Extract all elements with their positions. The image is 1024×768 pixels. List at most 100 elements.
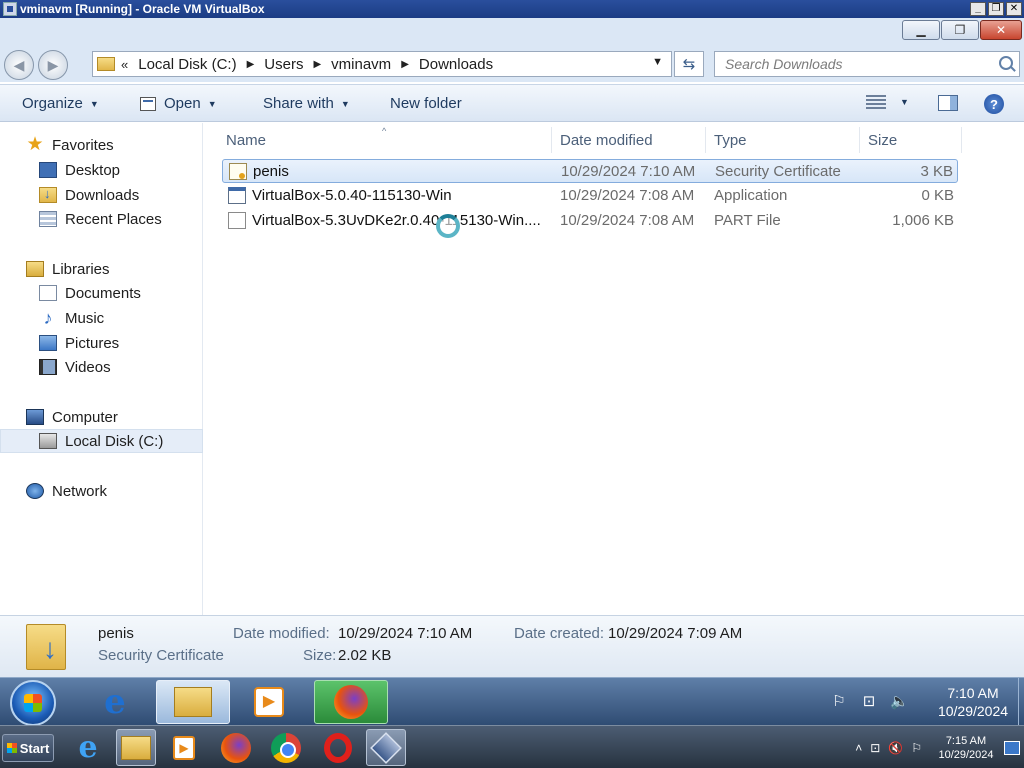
- host-start-button[interactable]: Start: [2, 734, 54, 762]
- videos-icon: [39, 359, 57, 375]
- breadcrumb-users[interactable]: Users: [264, 56, 303, 73]
- column-header-type[interactable]: Type: [706, 127, 860, 153]
- taskbar-media-player[interactable]: ▶: [232, 680, 306, 724]
- host-taskbar-internet-explorer[interactable]: e: [68, 729, 108, 766]
- nav-desktop-label: Desktop: [65, 161, 121, 179]
- breadcrumb-separator-icon[interactable]: ▶: [401, 59, 409, 70]
- nav-recent-places[interactable]: Recent Places: [0, 207, 203, 231]
- host-start-label: Start: [19, 740, 50, 756]
- host-restore-button[interactable]: ❐: [988, 2, 1004, 16]
- breadcrumb-separator-icon[interactable]: ▶: [247, 59, 255, 70]
- application-icon: [228, 187, 246, 204]
- taskbar-firefox[interactable]: [314, 680, 388, 724]
- virtualbox-app-icon: [3, 2, 17, 16]
- breadcrumb-downloads[interactable]: Downloads: [419, 56, 493, 73]
- share-with-button[interactable]: Share with ▼: [263, 95, 350, 112]
- column-size-label: Size: [868, 131, 898, 149]
- preview-pane-icon[interactable]: [938, 95, 958, 111]
- nav-desktop[interactable]: Desktop: [0, 158, 203, 182]
- host-clock[interactable]: 7:15 AM 10/29/2024: [934, 734, 998, 762]
- change-view-button[interactable]: ▼: [866, 95, 909, 109]
- new-folder-button[interactable]: New folder: [390, 95, 462, 112]
- column-header-name[interactable]: Name ^: [204, 126, 552, 153]
- nav-pictures[interactable]: Pictures: [0, 331, 203, 355]
- explorer-caption-bar: ▁ ❐ ✕: [0, 18, 1024, 46]
- open-button[interactable]: Open ▼: [140, 95, 217, 112]
- forward-button[interactable]: ▶: [38, 50, 68, 80]
- host-taskbar-chrome[interactable]: [266, 729, 306, 766]
- action-center-flag-icon[interactable]: ⚐: [911, 741, 922, 755]
- opera-icon: [324, 732, 352, 763]
- back-button[interactable]: ◀: [4, 50, 34, 80]
- volume-icon[interactable]: 🔈: [890, 694, 909, 710]
- action-center-flag-icon[interactable]: ⚐: [830, 694, 848, 710]
- address-dropdown-icon[interactable]: ▼: [652, 56, 663, 68]
- refresh-button[interactable]: ⇆: [674, 51, 704, 77]
- nav-videos-label: Videos: [65, 358, 111, 376]
- host-taskbar-virtualbox[interactable]: [366, 729, 406, 766]
- host-taskbar: Start e ▶ ˄ ⊡ 🔇 ⚐ 7:15 AM 10/29/2024: [0, 725, 1024, 768]
- restore-button[interactable]: ❐: [941, 20, 979, 40]
- network-icon[interactable]: ⊡: [860, 694, 878, 710]
- back-arrow-icon: ◀: [13, 56, 25, 73]
- nav-recent-places-label: Recent Places: [65, 210, 162, 228]
- virtualbox-icon: [370, 731, 402, 764]
- file-size: 1,006 KB: [892, 212, 954, 229]
- address-bar[interactable]: « Local Disk (C:) ▶ Users ▶ vminavm ▶ Do…: [92, 51, 672, 77]
- host-taskbar-opera[interactable]: [318, 729, 358, 766]
- taskbar-windows-explorer[interactable]: [156, 680, 230, 724]
- file-type: Application: [714, 187, 788, 204]
- nav-libraries[interactable]: Libraries: [0, 257, 203, 281]
- internet-explorer-icon: e: [78, 730, 98, 765]
- show-desktop-icon[interactable]: [1004, 741, 1020, 755]
- nav-videos[interactable]: Videos: [0, 355, 203, 379]
- host-taskbar-firefox[interactable]: [216, 729, 256, 766]
- guest-notification-area: ⚐ ⊡ 🔈 7:10 AM 10/29/2024: [830, 684, 1016, 720]
- share-with-label: Share with: [263, 95, 334, 112]
- nav-local-disk[interactable]: Local Disk (C:): [0, 429, 203, 453]
- nav-downloads-label: Downloads: [65, 186, 140, 204]
- column-header-size[interactable]: Size: [860, 127, 962, 153]
- file-type: Security Certificate: [715, 163, 841, 180]
- guest-clock[interactable]: 7:10 AM 10/29/2024: [930, 684, 1016, 720]
- nav-music[interactable]: ♪ Music: [0, 306, 203, 330]
- minimize-button[interactable]: ▁: [902, 20, 940, 40]
- breadcrumb-local-disk[interactable]: Local Disk (C:): [138, 56, 236, 73]
- nav-network[interactable]: Network: [0, 479, 203, 503]
- taskbar-internet-explorer[interactable]: e: [78, 680, 152, 724]
- network-icon[interactable]: ⊡: [870, 741, 880, 755]
- show-hidden-icons-icon[interactable]: ˄: [855, 741, 862, 755]
- file-row-penis[interactable]: penis 10/29/2024 7:10 AM Security Certif…: [222, 159, 958, 183]
- nav-downloads[interactable]: Downloads: [0, 183, 203, 207]
- nav-documents[interactable]: Documents: [0, 281, 203, 305]
- nav-favorites[interactable]: ★ Favorites: [0, 133, 203, 157]
- host-taskbar-media-player[interactable]: ▶: [164, 729, 204, 766]
- libraries-icon: [26, 261, 44, 277]
- host-close-button[interactable]: ✕: [1006, 2, 1022, 16]
- search-input[interactable]: Search Downloads: [714, 51, 1020, 77]
- file-row-virtualbox-part[interactable]: VirtualBox-5.3UvDKe2r.0.40-115130-Win...…: [222, 209, 958, 233]
- breadcrumb-overflow-icon[interactable]: «: [121, 57, 128, 72]
- firefox-icon: [334, 685, 368, 719]
- close-button[interactable]: ✕: [980, 20, 1022, 40]
- file-date: 10/29/2024 7:10 AM: [561, 163, 696, 180]
- host-taskbar-file-explorer[interactable]: [116, 729, 156, 766]
- column-header-date-modified[interactable]: Date modified: [552, 127, 706, 153]
- breadcrumb-vminavm[interactable]: vminavm: [331, 56, 391, 73]
- host-minimize-button[interactable]: _: [970, 2, 986, 16]
- nav-local-disk-label: Local Disk (C:): [65, 432, 164, 450]
- file-row-virtualbox-installer[interactable]: VirtualBox-5.0.40-115130-Win 10/29/2024 …: [222, 184, 958, 208]
- breadcrumb-separator-icon[interactable]: ▶: [313, 59, 321, 70]
- nav-favorites-label: Favorites: [52, 136, 114, 154]
- details-file-type: Security Certificate: [98, 647, 224, 664]
- forward-arrow-icon: ▶: [47, 56, 59, 73]
- help-icon[interactable]: ?: [984, 94, 1004, 114]
- organize-button[interactable]: Organize ▼: [22, 95, 99, 112]
- file-size: 0 KB: [921, 187, 954, 204]
- search-icon[interactable]: [999, 56, 1013, 70]
- show-desktop-button[interactable]: [1018, 678, 1024, 726]
- details-date-created-value: 10/29/2024 7:09 AM: [608, 625, 743, 642]
- volume-muted-icon[interactable]: 🔇: [888, 741, 903, 755]
- start-button[interactable]: [10, 680, 56, 726]
- nav-computer[interactable]: Computer: [0, 405, 203, 429]
